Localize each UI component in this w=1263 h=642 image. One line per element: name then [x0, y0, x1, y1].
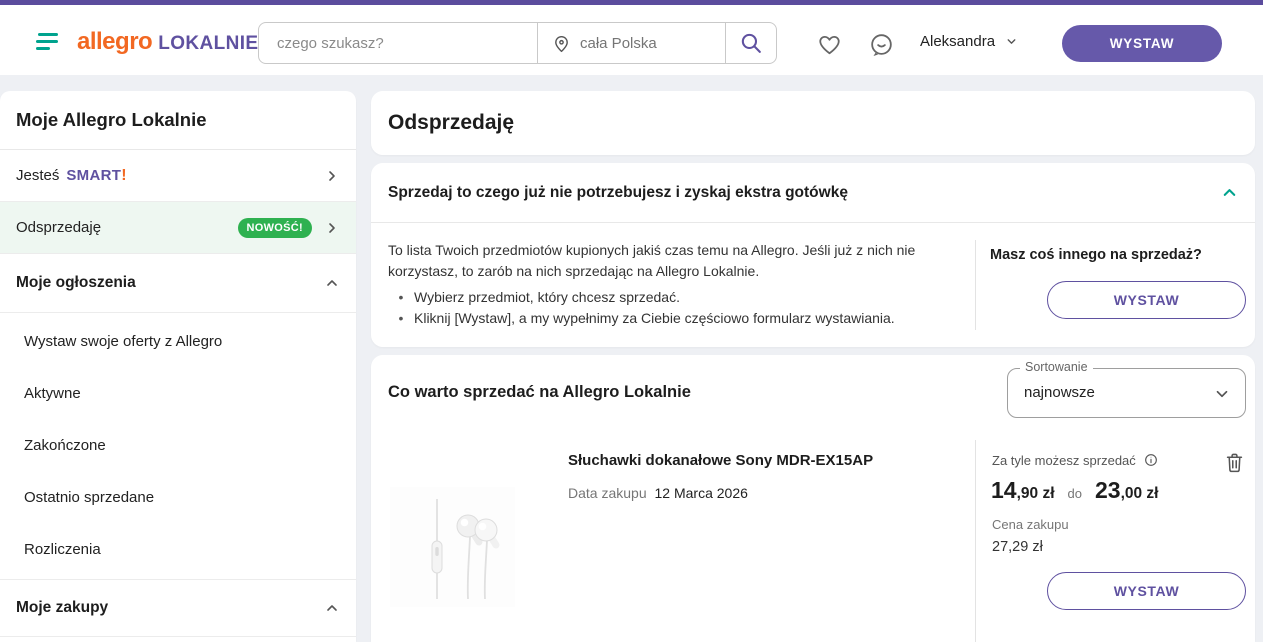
- logo[interactable]: allegro LOKALNIE: [77, 28, 259, 56]
- section-label: Moje zakupy: [16, 599, 108, 617]
- page-title: Odsprzedaję: [388, 111, 514, 135]
- nowosc-badge: NOWOŚĆ!: [238, 218, 312, 238]
- search-bar: [258, 22, 777, 64]
- section-label: Moje ogłoszenia: [16, 274, 136, 292]
- sort-value: najnowsze: [1024, 384, 1095, 401]
- smart-exclamation: !: [121, 167, 126, 185]
- sort-select[interactable]: Sortowanie najnowsze: [1007, 368, 1246, 418]
- search-icon: [739, 31, 764, 56]
- sell-price-range: 14,90 zł do 23,00 zł: [991, 477, 1159, 504]
- info-icon[interactable]: [1143, 452, 1159, 468]
- suggestions-card: Co warto sprzedać na Allegro Lokalnie So…: [371, 355, 1255, 642]
- price-from: 14,90 zł: [991, 477, 1055, 504]
- messages-button[interactable]: [866, 29, 896, 59]
- delete-button[interactable]: [1221, 449, 1247, 475]
- chevron-down-icon: [1213, 385, 1231, 403]
- header: allegro LOKALNIE Ale: [0, 5, 1263, 75]
- sidebar-sublist: Wystaw swoje oferty z Allegro Aktywne Za…: [0, 312, 356, 579]
- chevron-right-icon: [324, 220, 340, 236]
- promo-bullet-text: Wybierz przedmiot, który chcesz sprzedać…: [414, 287, 680, 308]
- favorites-button[interactable]: [814, 29, 844, 59]
- chat-icon: [868, 31, 895, 58]
- chevron-down-icon: [1005, 35, 1018, 48]
- promo-aside-question: Masz coś innego na sprzedaż?: [990, 247, 1202, 263]
- price-to: 23,00 zł: [1095, 477, 1159, 504]
- sidebar-item-rozliczenia[interactable]: Rozliczenia: [0, 523, 356, 575]
- chevron-right-icon: [324, 168, 340, 184]
- search-input[interactable]: [259, 23, 537, 63]
- sidebar-item-smart[interactable]: Jesteś SMART !: [0, 150, 356, 202]
- product-wystaw-button[interactable]: WYSTAW: [1047, 572, 1246, 610]
- promo-wystaw-button[interactable]: WYSTAW: [1047, 281, 1246, 319]
- chevron-up-icon: [324, 275, 340, 291]
- search-button[interactable]: [725, 23, 776, 63]
- header-wystaw-button[interactable]: WYSTAW: [1062, 25, 1222, 62]
- sidebar: Moje Allegro Lokalnie Jesteś SMART ! Ods…: [0, 91, 356, 642]
- user-name: Aleksandra: [920, 33, 995, 50]
- sidebar-item-label: Odsprzedaję: [16, 219, 101, 236]
- promo-bullet-list: • Wybierz przedmiot, który chcesz sprzed…: [388, 287, 954, 329]
- sell-range-label: Za tyle możesz sprzedać: [992, 453, 1136, 468]
- sell-range-label-row: Za tyle możesz sprzedać: [992, 452, 1159, 468]
- promo-bullet: • Wybierz przedmiot, który chcesz sprzed…: [388, 287, 954, 308]
- sidebar-item-aktywne[interactable]: Aktywne: [0, 367, 356, 419]
- trash-icon: [1223, 451, 1246, 474]
- sidebar-item-odsprzedaje[interactable]: Odsprzedaję NOWOŚĆ!: [0, 202, 356, 254]
- sidebar-title: Moje Allegro Lokalnie: [0, 91, 356, 150]
- sidebar-item-zakonczone[interactable]: Zakończone: [0, 419, 356, 471]
- sidebar-section-moje-zakupy[interactable]: Moje zakupy: [0, 579, 356, 637]
- purchase-date-label: Data zakupu: [568, 485, 647, 501]
- purchase-price-label: Cena zakupu: [992, 517, 1069, 532]
- product-purchase-date: Data zakupu 12 Marca 2026: [568, 485, 748, 501]
- sidebar-item-ostatnio-sprzedane[interactable]: Ostatnio sprzedane: [0, 471, 356, 523]
- vertical-divider: [975, 440, 976, 642]
- promo-title: Sprzedaj to czego już nie potrzebujesz i…: [388, 184, 848, 202]
- vertical-divider: [975, 240, 976, 330]
- promo-bullet: • Kliknij [Wystaw], a my wypełnimy za Ci…: [388, 308, 954, 329]
- promo-card: Sprzedaj to czego już nie potrzebujesz i…: [371, 163, 1255, 347]
- smart-prefix: Jesteś: [16, 167, 59, 184]
- purchase-date-value: 12 Marca 2026: [655, 485, 748, 501]
- page-title-card: Odsprzedaję: [371, 91, 1255, 155]
- promo-description-block: To lista Twoich przedmiotów kupionych ja…: [388, 240, 954, 329]
- sidebar-item-wystaw-oferty[interactable]: Wystaw swoje oferty z Allegro: [0, 315, 356, 367]
- earphones-illustration: [390, 487, 515, 607]
- location-input[interactable]: [580, 35, 700, 52]
- suggestions-title: Co warto sprzedać na Allegro Lokalnie: [388, 383, 691, 402]
- user-menu[interactable]: Aleksandra: [920, 33, 1018, 50]
- menu-icon[interactable]: [36, 32, 58, 50]
- heart-icon: [816, 31, 843, 58]
- collapse-chevron-up-icon[interactable]: [1220, 183, 1239, 202]
- chevron-up-icon: [324, 600, 340, 616]
- sort-label: Sortowanie: [1020, 360, 1093, 374]
- promo-card-header[interactable]: Sprzedaj to czego już nie potrzebujesz i…: [371, 163, 1255, 223]
- logo-allegro: allegro: [77, 28, 152, 56]
- location-field[interactable]: [537, 23, 725, 63]
- logo-lokalnie: LOKALNIE: [158, 33, 258, 55]
- promo-description: To lista Twoich przedmiotów kupionych ja…: [388, 240, 954, 281]
- smart-logo: SMART: [66, 167, 121, 184]
- product-image[interactable]: [390, 487, 515, 607]
- product-name[interactable]: Słuchawki dokanałowe Sony MDR-EX15AP: [568, 452, 873, 469]
- location-pin-icon: [551, 33, 572, 54]
- promo-bullet-text: Kliknij [Wystaw], a my wypełnimy za Cieb…: [414, 308, 895, 329]
- purchase-price-value: 27,29 zł: [992, 539, 1043, 555]
- price-range-separator: do: [1068, 486, 1082, 501]
- sidebar-section-moje-ogloszenia[interactable]: Moje ogłoszenia: [0, 254, 356, 312]
